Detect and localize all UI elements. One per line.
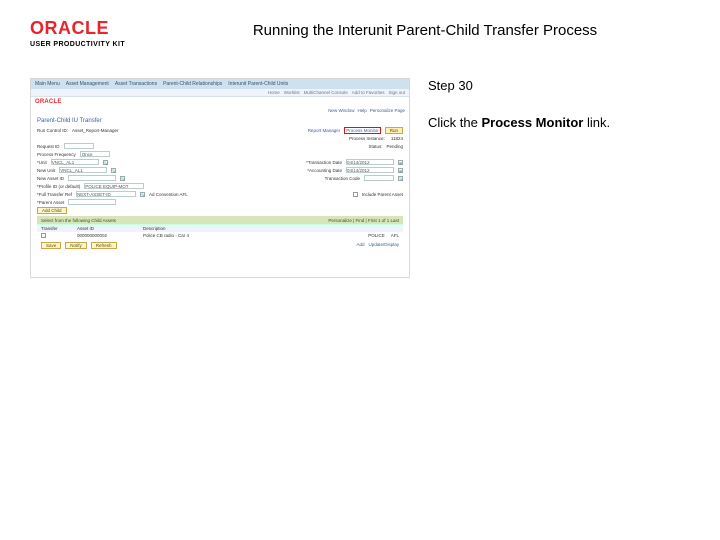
multichannel-link[interactable]: MultiChannel Console — [304, 90, 348, 95]
request-id-label: Request ID — [37, 144, 60, 149]
col-transfer: Transfer — [41, 226, 71, 231]
checkbox-icon[interactable] — [353, 192, 358, 197]
cell-convention: AFL — [391, 233, 399, 239]
save-button[interactable]: Save — [41, 242, 61, 249]
favorites-link[interactable]: Add to Favorites — [352, 90, 385, 95]
new-unit-label: New Unit — [37, 168, 55, 173]
full-transfer-label: *Full Transfer Ref — [37, 192, 72, 197]
new-unit-field[interactable]: VNCL_AL1 — [59, 167, 107, 173]
full-transfer-field[interactable]: NEXT-ASSET-ID — [76, 191, 136, 197]
cell-description: Police CB radio - Car 4 — [143, 233, 362, 239]
instruction-panel: Step 30 Click the Process Monitor link. — [428, 78, 690, 278]
process-monitor-link[interactable]: Process Monitor — [344, 127, 381, 134]
process-frequency-label: Process Frequency — [37, 152, 76, 157]
acctg-date-label: *Accounting Date — [307, 168, 342, 173]
trans-code-field[interactable] — [364, 175, 394, 181]
unit-field[interactable]: VNCL_AL1 — [51, 159, 99, 165]
instruction-target: Process Monitor — [481, 115, 583, 130]
status-value: Pending — [386, 144, 403, 149]
document-title: Running the Interunit Parent-Child Trans… — [160, 18, 690, 39]
add-link[interactable]: Add — [356, 242, 364, 249]
instruction-pre: Click the — [428, 115, 481, 130]
breadcrumb: Main Menu Asset Management Asset Transac… — [31, 79, 409, 89]
add-child-button[interactable]: Add Child — [37, 207, 67, 214]
page-title: Parent-Child IU Transfer — [37, 118, 403, 124]
lookup-icon[interactable]: 🔍 — [111, 168, 116, 173]
breadcrumb-item[interactable]: Interunit Parent-Child Units — [228, 81, 288, 87]
notify-button[interactable]: Notify — [65, 242, 87, 249]
calendar-icon[interactable]: ▦ — [398, 160, 403, 165]
lookup-icon[interactable]: 🔍 — [140, 192, 145, 197]
lookup-icon[interactable]: 🔍 — [120, 176, 125, 181]
checkbox-icon[interactable] — [41, 233, 46, 238]
col-description: Description — [143, 226, 399, 231]
instruction-post: link. — [583, 115, 610, 130]
oracle-logo: ORACLE — [30, 18, 160, 39]
update-display-link[interactable]: Update/Display — [368, 242, 399, 249]
report-manager-link[interactable]: Report Manager — [308, 128, 341, 133]
new-asset-id-field[interactable] — [68, 175, 116, 181]
help-link[interactable]: Help — [357, 108, 366, 113]
application-screenshot: Main Menu Asset Management Asset Transac… — [30, 78, 410, 278]
request-id-field[interactable] — [64, 143, 94, 149]
grid-nav[interactable]: First 1 of 1 Last — [368, 218, 399, 223]
profile-id-label: *Profile ID (or default) — [37, 184, 80, 189]
global-links: Home Worklist MultiChannel Console Add t… — [31, 89, 409, 97]
grid-title: Select from the following Child Assets — [41, 218, 116, 223]
ad-convention-label: Ad Convention AFL — [149, 192, 188, 197]
run-button[interactable]: Run — [385, 127, 403, 134]
process-frequency-field[interactable]: Once — [80, 151, 110, 157]
breadcrumb-item[interactable]: Parent-Child Relationships — [163, 81, 222, 87]
table-row: 000000000002 Police CB radio - Car 4 POL… — [37, 232, 403, 240]
instruction-text: Click the Process Monitor link. — [428, 115, 690, 130]
new-asset-id-label: New Asset ID — [37, 176, 64, 181]
personalize-page-link[interactable]: Personalize Page — [370, 108, 405, 113]
run-control-value: Asset_Report-Manager — [72, 128, 119, 133]
process-instance-label: Process Instance: — [349, 136, 385, 141]
trans-date-label: *Transaction Date — [306, 160, 342, 165]
parent-asset-field[interactable] — [68, 199, 116, 205]
run-control-label: Run Control ID: — [37, 128, 68, 133]
oracle-brand-block: ORACLE USER PRODUCTIVITY KIT — [30, 18, 160, 48]
signout-link[interactable]: Sign out — [388, 90, 405, 95]
profile-id-field[interactable]: POLICE EQUIP-MOT — [84, 183, 144, 189]
process-instance-value: 11824 — [391, 136, 403, 141]
grid-personalize-link[interactable]: Personalize | Find | — [328, 218, 366, 223]
trans-code-label: Transaction Code — [325, 176, 360, 181]
upk-subbrand: USER PRODUCTIVITY KIT — [30, 41, 160, 48]
refresh-button[interactable]: Refresh — [91, 242, 117, 249]
new-window-link[interactable]: New Window — [328, 108, 354, 113]
calendar-icon[interactable]: ▦ — [398, 168, 403, 173]
breadcrumb-item[interactable]: Asset Transactions — [115, 81, 157, 87]
acctg-date-field[interactable]: 04/14/2012 — [346, 167, 394, 173]
status-label: Status: — [368, 144, 382, 149]
grid-header: Select from the following Child Assets P… — [37, 216, 403, 224]
worklist-link[interactable]: Worklist — [284, 90, 300, 95]
breadcrumb-item[interactable]: Asset Management — [66, 81, 109, 87]
lookup-icon[interactable]: 🔍 — [398, 176, 403, 181]
step-number: Step 30 — [428, 78, 690, 93]
unit-label: *Unit — [37, 160, 47, 165]
cell-asset-id: 000000000002 — [77, 233, 137, 239]
trans-date-field[interactable]: 04/14/2012 — [346, 159, 394, 165]
app-oracle-logo: ORACLE — [35, 99, 62, 105]
parent-asset-label: *Parent Asset — [37, 200, 64, 205]
lookup-icon[interactable]: 🔍 — [103, 160, 108, 165]
col-asset-id: Asset ID — [77, 226, 137, 231]
home-link[interactable]: Home — [268, 90, 280, 95]
include-parent-label: Include Parent Asset — [362, 192, 403, 197]
breadcrumb-item[interactable]: Main Menu — [35, 81, 60, 87]
cell-profile: POLICE — [368, 233, 385, 239]
